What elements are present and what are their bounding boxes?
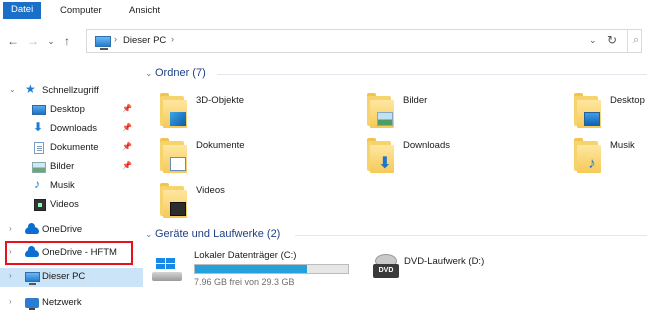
music-icon: ♪ <box>34 177 40 191</box>
folder-name: Desktop <box>610 95 645 106</box>
pin-icon[interactable]: 📌 <box>122 161 132 170</box>
section-header-folders[interactable]: ⌄ Ordner (7) <box>145 67 647 83</box>
download-icon: ⬇ <box>33 120 44 134</box>
folder-videos[interactable]: Videos <box>158 182 358 222</box>
sidebar-item-videos[interactable]: Videos <box>0 196 143 215</box>
breadcrumb-this-pc[interactable]: Dieser PC <box>123 35 166 46</box>
sidebar-item-label: Downloads <box>50 123 97 134</box>
windows-logo-icon <box>156 258 176 270</box>
chevron-right-icon[interactable]: › <box>171 34 174 44</box>
dvd-drive-icon: DVD <box>373 254 399 280</box>
sidebar-item-pictures[interactable]: Bilder 📌 <box>0 158 143 177</box>
3d-objects-icon <box>158 92 188 130</box>
sidebar-item-desktop[interactable]: Desktop 📌 <box>0 101 143 120</box>
refresh-icon[interactable]: ↻ <box>607 33 617 47</box>
folder-name: Downloads <box>403 140 450 151</box>
sidebar-item-label: Videos <box>50 199 79 210</box>
address-dropdown-icon[interactable]: ⌄ <box>589 35 597 46</box>
videos-folder-icon <box>158 182 188 220</box>
forward-arrow-icon[interactable]: → <box>26 33 40 49</box>
folder-name: Dokumente <box>196 140 245 151</box>
chevron-right-icon[interactable]: › <box>9 271 12 280</box>
music-folder-icon: ♪ <box>572 137 602 175</box>
tab-computer[interactable]: Computer <box>52 3 110 19</box>
sidebar-item-music[interactable]: ♪ Musik <box>0 177 143 196</box>
sidebar-item-documents[interactable]: Dokumente 📌 <box>0 139 143 158</box>
chevron-down-icon[interactable]: ⌄ <box>145 229 153 240</box>
highlight-box <box>5 241 133 265</box>
downloads-folder-icon: ⬇ <box>365 137 395 175</box>
drive-name: Lokaler Datenträger (C:) <box>194 250 297 261</box>
back-arrow-icon[interactable]: ← <box>6 33 20 49</box>
tab-datei[interactable]: Datei <box>3 2 42 19</box>
sidebar-item-network[interactable]: › Netzwerk <box>0 294 143 313</box>
pin-icon[interactable]: 📌 <box>122 142 132 151</box>
sidebar-item-label: Dieser PC <box>42 271 86 282</box>
sidebar-item-label: Schnellzugriff <box>42 85 99 96</box>
desktop-folder-icon <box>572 92 602 130</box>
sidebar-item-label: OneDrive <box>42 224 83 235</box>
sidebar-item-onedrive[interactable]: › OneDrive <box>0 221 143 240</box>
folder-name: 3D-Objekte <box>196 95 245 106</box>
folder-name: Musik <box>610 140 635 151</box>
chevron-down-icon[interactable]: ⌄ <box>9 85 16 94</box>
usage-bar <box>194 264 349 274</box>
folder-name: Bilder <box>403 95 428 106</box>
section-header-drives[interactable]: ⌄ Geräte und Laufwerke (2) <box>145 228 647 244</box>
pictures-icon <box>32 162 46 173</box>
folder-music[interactable]: ♪ Musik <box>572 137 654 177</box>
document-icon <box>34 142 44 154</box>
folder-pictures[interactable]: Bilder <box>365 92 565 132</box>
sidebar-item-this-pc[interactable]: › Dieser PC <box>0 268 143 287</box>
desktop-icon <box>32 105 46 115</box>
chevron-right-icon[interactable]: › <box>114 34 117 44</box>
folder-name: Videos <box>196 185 225 196</box>
folder-documents[interactable]: Dokumente <box>158 137 358 177</box>
sidebar-item-downloads[interactable]: ⬇ Downloads 📌 <box>0 120 143 139</box>
recent-dropdown-icon[interactable]: ⌄ <box>44 33 58 49</box>
pictures-folder-icon <box>365 92 395 130</box>
pc-icon <box>25 272 40 285</box>
dvd-label: DVD <box>373 264 399 278</box>
divider <box>295 235 647 236</box>
sidebar-item-label: Desktop <box>50 104 85 115</box>
up-arrow-icon[interactable]: ↑ <box>60 33 74 49</box>
section-title: Geräte und Laufwerke (2) <box>155 228 281 240</box>
sidebar-item-label: Dokumente <box>50 142 99 153</box>
star-icon: ★ <box>25 82 36 96</box>
sidebar-item-label: Bilder <box>50 161 75 172</box>
pin-icon[interactable]: 📌 <box>122 104 132 113</box>
chevron-right-icon[interactable]: › <box>9 297 12 306</box>
divider <box>217 74 647 75</box>
network-icon <box>25 298 39 310</box>
usage-bar-fill <box>195 265 307 273</box>
video-icon <box>34 199 46 211</box>
address-bar[interactable]: › Dieser PC › ⌄ ↻ ⌕ <box>86 29 642 53</box>
documents-folder-icon <box>158 137 188 175</box>
hard-drive-icon <box>152 272 182 281</box>
divider <box>627 30 628 52</box>
folder-downloads[interactable]: ⬇ Downloads <box>365 137 565 177</box>
chevron-down-icon[interactable]: ⌄ <box>145 68 153 79</box>
sidebar-item-label: Musik <box>50 180 75 191</box>
ribbon-tabs: Datei Computer Ansicht <box>0 0 654 20</box>
drive-c[interactable]: Lokaler Datenträger (C:) 7.96 GB frei vo… <box>150 248 360 288</box>
drive-d[interactable]: DVD DVD-Laufwerk (D:) <box>370 248 530 288</box>
folder-desktop[interactable]: Desktop <box>572 92 654 132</box>
pc-icon <box>95 36 111 50</box>
sidebar-item-quick-access[interactable]: ⌄ ★ Schnellzugriff <box>0 82 143 101</box>
search-icon[interactable]: ⌕ <box>633 34 639 47</box>
tab-ansicht[interactable]: Ansicht <box>121 3 168 19</box>
sidebar-item-label: Netzwerk <box>42 297 82 308</box>
section-title: Ordner (7) <box>155 67 206 79</box>
drive-name: DVD-Laufwerk (D:) <box>404 256 485 267</box>
cloud-icon <box>25 223 39 234</box>
drive-free-space: 7.96 GB frei von 29.3 GB <box>194 277 295 287</box>
navigation-bar: ← → ⌄ ↑ › Dieser PC › ⌄ ↻ ⌕ <box>0 26 654 56</box>
folder-3d-objects[interactable]: 3D-Objekte <box>158 92 358 132</box>
chevron-right-icon[interactable]: › <box>9 224 12 233</box>
pin-icon[interactable]: 📌 <box>122 123 132 132</box>
